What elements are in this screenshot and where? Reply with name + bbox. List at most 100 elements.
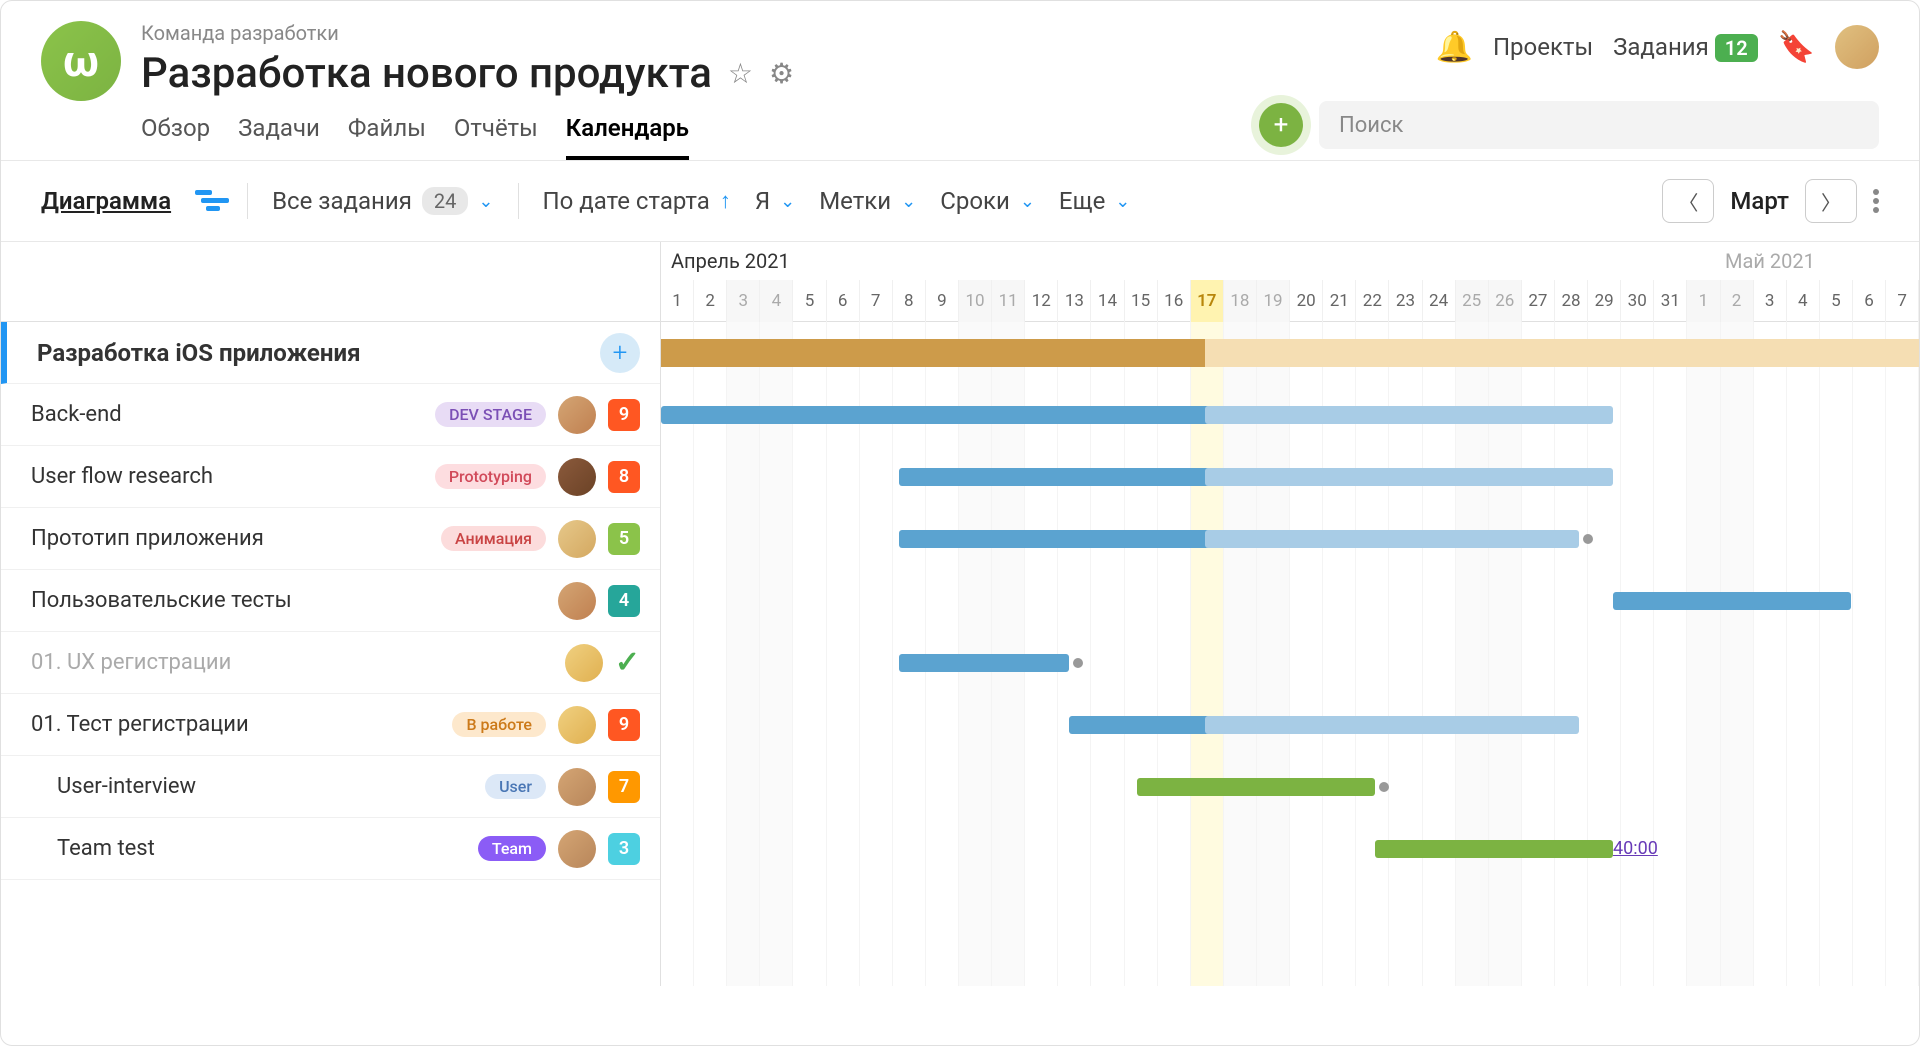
task-bar[interactable]: [899, 468, 1239, 486]
filter-labels[interactable]: Метки ⌄: [819, 187, 916, 215]
day-cell: 13: [1058, 280, 1091, 322]
task-bar[interactable]: [1205, 406, 1613, 424]
task-row[interactable]: 01. Тест регистрацииВ работе9: [1, 694, 660, 756]
filter-all-tasks[interactable]: Все задания 24 ⌄: [272, 187, 493, 215]
tab-2[interactable]: Файлы: [348, 114, 426, 160]
bell-icon[interactable]: 🔔: [1436, 30, 1473, 65]
task-bar[interactable]: [1375, 840, 1613, 858]
task-count: 8: [608, 461, 640, 493]
filter-me[interactable]: Я ⌄: [755, 187, 795, 215]
task-bar[interactable]: [1205, 530, 1579, 548]
task-row[interactable]: Пользовательские тесты4: [1, 570, 660, 632]
app-logo[interactable]: ω: [41, 21, 121, 101]
task-row[interactable]: Back-endDEV STAGE9: [1, 384, 660, 446]
assignee-avatar[interactable]: [558, 768, 596, 806]
gantt-icon[interactable]: [195, 190, 223, 212]
assignee-avatar[interactable]: [558, 396, 596, 434]
assignee-avatar[interactable]: [565, 644, 603, 682]
bar-row: [661, 632, 1919, 694]
task-row[interactable]: User-interviewUser7: [1, 756, 660, 818]
tab-0[interactable]: Обзор: [141, 114, 210, 160]
day-cell: 14: [1091, 280, 1124, 322]
task-row[interactable]: Прототип приложенияАнимация5: [1, 508, 660, 570]
task-row[interactable]: Team testTeam3: [1, 818, 660, 880]
days-row: 1234567891011121314151617181920212223242…: [661, 280, 1919, 322]
day-cell: 6: [827, 280, 860, 322]
task-tag: Анимация: [441, 526, 546, 551]
add-task-button[interactable]: +: [600, 333, 640, 373]
filter-deadlines[interactable]: Сроки ⌄: [940, 187, 1035, 215]
sort-by-start[interactable]: По дате старта ↑: [543, 187, 731, 215]
view-diagram[interactable]: Диаграмма: [41, 187, 171, 215]
bar-row: [661, 508, 1919, 570]
more-menu-icon[interactable]: [1873, 189, 1879, 213]
gear-icon[interactable]: ⚙: [769, 57, 794, 90]
chevron-down-icon: ⌄: [901, 191, 916, 212]
nav-projects[interactable]: Проекты: [1493, 33, 1593, 61]
bars-layer: 40:00: [661, 322, 1919, 880]
task-bar[interactable]: [1137, 778, 1375, 796]
task-row[interactable]: 01. UX регистрации✓: [1, 632, 660, 694]
task-name: 01. Тест регистрации: [31, 712, 440, 737]
dependency-marker: [1377, 780, 1391, 794]
assignee-avatar[interactable]: [558, 520, 596, 558]
filter-all-tasks-label: Все задания: [272, 187, 412, 215]
group-bar-fill[interactable]: [661, 339, 1205, 367]
day-cell: 1: [661, 280, 694, 322]
day-cell: 2: [694, 280, 727, 322]
day-cell: 9: [926, 280, 959, 322]
header-right: 🔔 Проекты Задания 12 🔖: [1436, 25, 1879, 69]
month-label: Март: [1730, 187, 1789, 215]
day-cell: 20: [1290, 280, 1323, 322]
day-cell: 7: [1886, 280, 1919, 322]
bar-row: [661, 756, 1919, 818]
month-april: Апрель 2021: [671, 249, 790, 273]
chevron-down-icon: ⌄: [1020, 191, 1035, 212]
day-cell: 10: [959, 280, 992, 322]
add-button[interactable]: +: [1259, 103, 1303, 147]
task-time-label[interactable]: 40:00: [1613, 838, 1658, 859]
day-cell: 17: [1191, 280, 1224, 322]
next-month-button[interactable]: 〉: [1805, 179, 1857, 223]
filter-deadlines-label: Сроки: [940, 187, 1010, 215]
chevron-down-icon: ⌄: [780, 191, 795, 212]
tab-4[interactable]: Календарь: [566, 114, 689, 160]
task-count: 9: [608, 399, 640, 431]
search-input[interactable]: Поиск: [1319, 101, 1879, 149]
task-bar[interactable]: [1205, 716, 1579, 734]
task-bar[interactable]: [899, 530, 1239, 548]
task-bar[interactable]: [1205, 468, 1613, 486]
day-cell: 11: [992, 280, 1025, 322]
filter-labels-label: Метки: [819, 187, 891, 215]
bookmark-icon[interactable]: 🔖: [1778, 30, 1815, 65]
toolbar: Диаграмма Все задания 24 ⌄ По дате старт…: [1, 161, 1919, 242]
sort-label: По дате старта: [543, 187, 710, 215]
task-bar[interactable]: [1613, 592, 1851, 610]
gantt-timeline[interactable]: Апрель 2021 Май 2021 1234567891011121314…: [661, 242, 1919, 986]
nav-tasks[interactable]: Задания 12: [1613, 33, 1758, 61]
star-icon[interactable]: ☆: [728, 57, 753, 90]
task-group-row[interactable]: Разработка iOS приложения+: [1, 322, 660, 384]
separator: [247, 183, 248, 219]
user-avatar[interactable]: [1835, 25, 1879, 69]
task-count: 5: [608, 523, 640, 555]
tab-3[interactable]: Отчёты: [454, 114, 538, 160]
nav-tasks-label: Задания: [1613, 33, 1709, 61]
day-cell: 22: [1356, 280, 1389, 322]
task-bar[interactable]: [899, 654, 1069, 672]
prev-month-button[interactable]: 〈: [1662, 179, 1714, 223]
bar-row: [661, 384, 1919, 446]
day-cell: 29: [1588, 280, 1621, 322]
assignee-avatar[interactable]: [558, 830, 596, 868]
bar-row: 40:00: [661, 818, 1919, 880]
toolbar-right: 〈 Март 〉: [1662, 179, 1879, 223]
bar-row: [661, 694, 1919, 756]
task-row[interactable]: User flow researchPrototyping8: [1, 446, 660, 508]
assignee-avatar[interactable]: [558, 582, 596, 620]
filter-more[interactable]: Еще ⌄: [1059, 187, 1130, 215]
assignee-avatar[interactable]: [558, 458, 596, 496]
task-bar[interactable]: [661, 406, 1239, 424]
day-cell: 4: [760, 280, 793, 322]
tab-1[interactable]: Задачи: [238, 114, 320, 160]
assignee-avatar[interactable]: [558, 706, 596, 744]
